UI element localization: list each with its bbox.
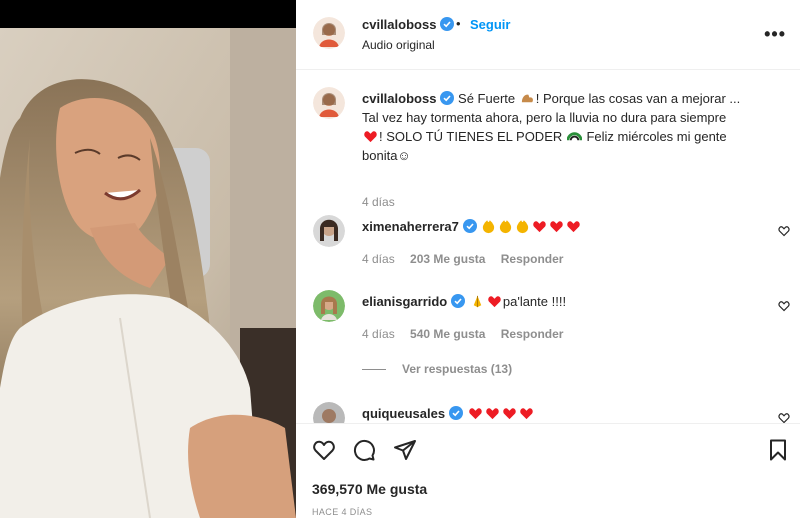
caption-avatar[interactable] (313, 87, 345, 119)
more-options-icon[interactable]: ••• (764, 24, 786, 45)
commenter-username[interactable]: ximenaherrera7 (362, 219, 459, 234)
follow-button[interactable]: Seguir (470, 17, 510, 32)
caption-time[interactable]: 4 días (362, 195, 395, 209)
red-heart-emoji-icon (488, 296, 501, 308)
commenter-avatar[interactable] (313, 215, 345, 247)
author-avatar[interactable] (313, 17, 345, 49)
view-replies-label[interactable]: Ver respuestas (13) (402, 362, 512, 376)
save-bookmark-icon[interactable] (766, 438, 790, 462)
caption-meta: 4 días (362, 195, 407, 209)
header-separator: • (456, 16, 461, 31)
caption-part: Tal vez hay tormenta ahora, pero la lluv… (362, 110, 727, 125)
caption-username[interactable]: cvillaloboss (362, 91, 436, 106)
comment-like-heart-icon[interactable] (778, 300, 790, 312)
comments-list[interactable]: cvillaloboss Sé Fuerte ! Porque las cosa… (296, 70, 800, 423)
commenter-username[interactable]: quiqueusales (362, 406, 445, 421)
audio-label[interactable]: Audio original (362, 38, 435, 52)
author-username-text[interactable]: cvillaloboss (362, 17, 436, 32)
post-timestamp[interactable]: HACE 4 DÍAS (312, 507, 372, 517)
comment-time[interactable]: 4 días (362, 252, 395, 266)
red-heart-emoji-icon (550, 221, 564, 233)
author-username[interactable]: cvillaloboss (362, 17, 455, 32)
verified-badge-icon (451, 294, 466, 308)
caption-part: Feliz miércoles mi gente (582, 129, 727, 144)
red-heart-emoji-icon (533, 221, 547, 233)
clapping-hands-emoji-icon (500, 220, 512, 234)
like-heart-icon[interactable] (312, 438, 336, 462)
caption-text: cvillaloboss Sé Fuerte ! Porque las cosa… (362, 89, 762, 165)
red-heart-emoji-icon (364, 131, 377, 143)
red-heart-emoji-icon (502, 408, 516, 420)
comment-body: pa'lante !!!! (502, 294, 567, 309)
reply-button[interactable]: Responder (501, 252, 564, 266)
view-replies-button[interactable]: Ver respuestas (13) (362, 362, 512, 376)
share-send-icon[interactable] (393, 438, 417, 462)
post-photo (0, 28, 296, 518)
comment-meta: 4 días 203 Me gusta Responder (362, 252, 575, 266)
comment-likes[interactable]: 203 Me gusta (410, 252, 485, 266)
post-header: cvillaloboss • Seguir Audio original ••• (296, 0, 800, 70)
verified-badge-icon (440, 17, 455, 31)
reply-button[interactable]: Responder (501, 327, 564, 341)
commenter-avatar[interactable] (313, 290, 345, 322)
post-media[interactable] (0, 0, 296, 518)
comment-text: quiqueusales (362, 404, 762, 423)
caption-part: ! Porque las cosas van a mejorar ... (535, 91, 741, 106)
commenter-username[interactable]: elianisgarrido (362, 294, 447, 309)
media-top-bar (0, 0, 296, 28)
flexed-biceps-emoji-icon (521, 94, 533, 103)
post-modal: cvillaloboss • Seguir Audio original •••… (0, 0, 800, 518)
like-count[interactable]: 369,570 Me gusta (312, 481, 427, 497)
comment-icon[interactable] (352, 438, 376, 462)
comment-like-heart-icon[interactable] (778, 225, 790, 237)
comment-time[interactable]: 4 días (362, 327, 395, 341)
comment-meta: 4 días 540 Me gusta Responder (362, 327, 575, 341)
caption-part: bonita☺ (362, 148, 411, 163)
verified-badge-icon (440, 91, 455, 105)
action-bar: 369,570 Me gusta HACE 4 DÍAS (296, 423, 800, 518)
clapping-hands-emoji-icon (517, 220, 529, 234)
comment-likes[interactable]: 540 Me gusta (410, 327, 485, 341)
replies-divider (362, 369, 386, 371)
red-heart-emoji-icon (567, 221, 581, 233)
post-panel: cvillaloboss • Seguir Audio original •••… (296, 0, 800, 518)
caption-part: Sé Fuerte (458, 91, 519, 106)
comment-text: ximenaherrera7 (362, 217, 762, 236)
praying-hands-emoji-icon (473, 295, 482, 308)
verified-badge-icon (449, 406, 464, 420)
comment-like-heart-icon[interactable] (778, 412, 790, 423)
red-heart-emoji-icon (519, 408, 533, 420)
caption-part: ! SOLO TÚ TIENES EL PODER (379, 129, 566, 144)
verified-badge-icon (462, 219, 477, 233)
comment-text: elianisgarrido pa'lante !!!! (362, 292, 762, 311)
commenter-avatar[interactable] (313, 402, 345, 423)
rainbow-emoji-icon (566, 132, 582, 141)
red-heart-emoji-icon (468, 408, 482, 420)
clapping-hands-emoji-icon (483, 220, 495, 234)
red-heart-emoji-icon (485, 408, 499, 420)
